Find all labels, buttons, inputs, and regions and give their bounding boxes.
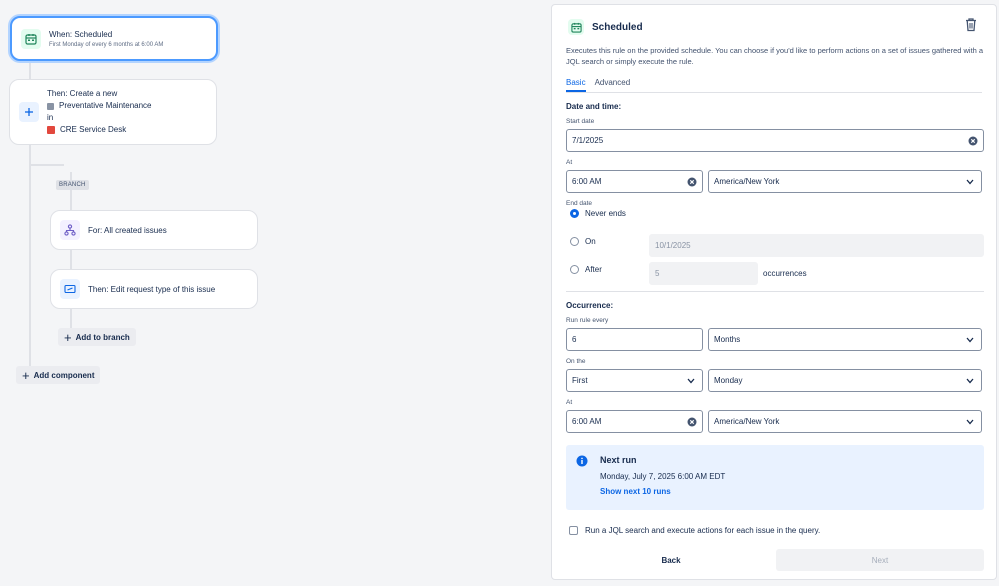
start-date-value: 7/1/2025 xyxy=(572,136,604,145)
ordinal-select[interactable]: First xyxy=(566,369,703,392)
clear-icon[interactable] xyxy=(687,177,697,187)
in-label: in xyxy=(47,113,54,122)
occurrences-label: occurrences xyxy=(763,269,807,278)
edit-icon xyxy=(60,279,80,299)
panel-description: Executes this rule on the provided sched… xyxy=(566,46,984,66)
flow-connector xyxy=(70,172,72,338)
trigger-title: When: Scheduled xyxy=(49,29,113,39)
after-option[interactable]: After xyxy=(570,265,602,274)
hierarchy-icon xyxy=(60,220,80,240)
never-ends-radio[interactable] xyxy=(570,209,579,218)
chevron-down-icon xyxy=(687,378,695,384)
trigger-subtitle: First Monday of every 6 months at 6:00 A… xyxy=(49,41,164,48)
branch-for-card[interactable]: For: All created issues xyxy=(50,210,258,250)
plus-icon: + xyxy=(64,329,72,345)
never-ends-option[interactable]: Never ends xyxy=(570,209,626,218)
end-date-placeholder: 10/1/2025 xyxy=(655,241,691,250)
next-run-title: Next run xyxy=(600,455,637,465)
branch-for-title: For: All created issues xyxy=(88,225,167,235)
project-name: CRE Service Desk xyxy=(60,125,127,134)
after-radio[interactable] xyxy=(570,265,579,274)
occurrences-count-placeholder: 5 xyxy=(655,269,660,278)
jql-checkbox-label: Run a JQL search and execute actions for… xyxy=(585,526,821,535)
run-every-unit-select[interactable]: Months xyxy=(708,328,982,351)
run-every-value: 6 xyxy=(572,335,577,344)
action-title: Then: Create a new xyxy=(47,89,118,98)
branch-tag: BRANCH xyxy=(56,180,89,190)
jql-option[interactable]: Run a JQL search and execute actions for… xyxy=(569,526,820,535)
plus-icon xyxy=(19,102,39,122)
create-issue-card[interactable]: Then: Create a new Preventative Maintena… xyxy=(9,79,217,145)
issue-type-name: Preventative Maintenance xyxy=(59,101,152,110)
issue-type-icon xyxy=(47,102,54,110)
panel-tabs: Basic Advanced xyxy=(566,76,982,93)
run-every-unit-value: Months xyxy=(714,335,741,344)
run-every-label: Run rule every xyxy=(566,317,609,324)
weekday-value: Monday xyxy=(714,376,743,385)
back-button[interactable]: Back xyxy=(566,549,776,571)
next-run-section: Next run Monday, July 7, 2025 6:00 AM ED… xyxy=(566,445,984,510)
start-time-value: 6:00 AM xyxy=(572,177,602,186)
add-to-branch-label: Add to branch xyxy=(75,332,130,342)
section-divider xyxy=(566,291,984,292)
occurrence-timezone-value: America/New York xyxy=(714,417,780,426)
start-time-input[interactable]: 6:00 AM xyxy=(566,170,703,193)
rule-canvas: When: Scheduled First Monday of every 6 … xyxy=(0,0,548,586)
occurrences-count-input[interactable]: 5 xyxy=(649,262,758,285)
on-the-label: On the xyxy=(566,358,586,365)
panel-title: Scheduled xyxy=(592,21,643,33)
show-next-runs-link[interactable]: Show next 10 runs xyxy=(600,487,671,496)
occurrence-time-value: 6:00 AM xyxy=(572,417,602,426)
jql-checkbox[interactable] xyxy=(569,526,578,535)
occurrence-time-label: At xyxy=(566,399,573,406)
never-ends-label: Never ends xyxy=(585,209,626,218)
panel-header: Scheduled xyxy=(568,19,643,35)
occurrence-timezone-select[interactable]: America/New York xyxy=(708,410,982,433)
add-component-label: Add component xyxy=(33,370,95,380)
on-date-label: On xyxy=(585,237,596,246)
flow-connector xyxy=(30,164,64,166)
after-label: After xyxy=(585,265,602,274)
chevron-down-icon xyxy=(966,419,974,425)
add-to-branch-button[interactable]: + Add to branch xyxy=(58,328,136,346)
edit-request-type-card[interactable]: Then: Edit request type of this issue xyxy=(50,269,258,309)
next-run-date: Monday, July 7, 2025 6:00 AM EDT xyxy=(600,472,726,481)
trash-icon[interactable] xyxy=(964,17,980,33)
tab-basic[interactable]: Basic xyxy=(566,76,586,92)
tab-advanced[interactable]: Advanced xyxy=(595,76,631,92)
chevron-down-icon xyxy=(966,179,974,185)
calendar-icon xyxy=(568,19,584,35)
next-button[interactable]: Next xyxy=(776,549,984,571)
plus-icon: + xyxy=(22,367,30,383)
clear-icon[interactable] xyxy=(968,136,978,146)
end-date-label: End date xyxy=(566,200,593,207)
end-date-input[interactable]: 10/1/2025 xyxy=(649,234,984,257)
run-every-input[interactable]: 6 xyxy=(566,328,703,351)
chevron-down-icon xyxy=(966,337,974,343)
chevron-down-icon xyxy=(966,378,974,384)
start-time-label: At xyxy=(566,159,573,166)
add-component-button[interactable]: + Add component xyxy=(16,366,101,384)
project-icon xyxy=(47,126,55,134)
on-date-option[interactable]: On xyxy=(570,237,596,246)
on-date-radio[interactable] xyxy=(570,237,579,246)
start-timezone-value: America/New York xyxy=(714,177,780,186)
trigger-card[interactable]: When: Scheduled First Monday of every 6 … xyxy=(10,16,218,61)
info-icon xyxy=(576,455,588,467)
occurrence-heading: Occurrence: xyxy=(566,301,614,310)
edit-request-type-title: Then: Edit request type of this issue xyxy=(88,284,216,294)
weekday-select[interactable]: Monday xyxy=(708,369,982,392)
start-date-label: Start date xyxy=(566,118,595,125)
ordinal-value: First xyxy=(572,376,588,385)
date-time-heading: Date and time: xyxy=(566,102,622,111)
calendar-icon xyxy=(21,28,41,49)
occurrence-time-input[interactable]: 6:00 AM xyxy=(566,410,703,433)
start-timezone-select[interactable]: America/New York xyxy=(708,170,982,193)
component-config-panel: Scheduled Executes this rule on the prov… xyxy=(551,4,997,580)
clear-icon[interactable] xyxy=(687,417,697,427)
start-date-input[interactable]: 7/1/2025 xyxy=(566,129,984,152)
